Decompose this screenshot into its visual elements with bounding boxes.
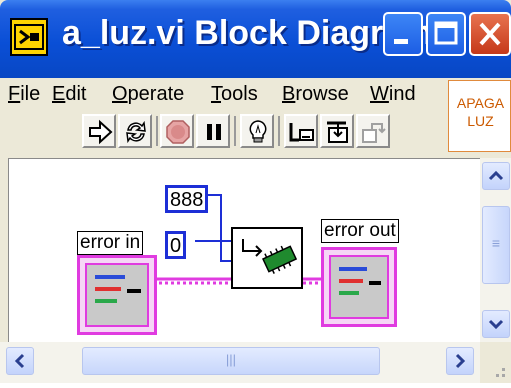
out-port-subvi-node[interactable] <box>231 227 303 289</box>
error-in-label[interactable]: error in <box>77 231 144 255</box>
run-continuously-icon <box>126 120 146 144</box>
step-over-icon <box>362 123 386 143</box>
toolbar-separator <box>156 116 158 146</box>
toolbar <box>0 112 511 154</box>
vi-icon-pane[interactable]: APAGA LUZ <box>448 80 511 152</box>
resize-grip[interactable] <box>480 342 511 383</box>
cluster-icon <box>85 263 149 327</box>
run-continuously-button[interactable] <box>118 114 152 148</box>
block-diagram-canvas[interactable]: 888 0 error in error out <box>8 158 481 343</box>
retain-wire-values-button[interactable] <box>284 114 318 148</box>
menu-tools[interactable]: Tools <box>211 83 258 106</box>
error-out-terminal[interactable] <box>321 247 397 327</box>
close-button[interactable] <box>469 12 511 56</box>
step-over-button[interactable] <box>356 114 390 148</box>
horizontal-scroll-thumb[interactable]: ||| <box>82 347 380 375</box>
hthumb-grip: ||| <box>225 352 237 367</box>
retain-wire-values-icon <box>289 123 314 142</box>
maximize-button[interactable] <box>426 12 466 56</box>
toolbar-separator <box>234 116 236 146</box>
close-icon <box>479 22 501 46</box>
menu-window[interactable]: Wind <box>370 83 416 106</box>
toolbar-separator <box>278 116 280 146</box>
highlight-execution-icon <box>249 120 267 143</box>
chevron-down-icon <box>488 319 504 330</box>
vertical-scrollbar[interactable]: ≡ <box>480 158 511 342</box>
abort-button[interactable] <box>160 114 194 148</box>
menu-bar: File Edit Operate Tools Browse Wind <box>0 78 511 112</box>
minimize-icon <box>394 39 408 44</box>
pause-icon <box>207 124 221 140</box>
abort-stop-icon <box>166 120 190 144</box>
menu-edit[interactable]: Edit <box>52 83 86 106</box>
value-constant[interactable]: 0 <box>165 231 187 259</box>
horizontal-scrollbar[interactable]: ||| <box>0 342 480 383</box>
pause-button[interactable] <box>196 114 230 148</box>
chip-out-port-icon <box>242 239 298 274</box>
cluster-icon <box>329 255 389 319</box>
chevron-up-icon <box>488 170 504 181</box>
menu-operate[interactable]: Operate <box>112 83 184 106</box>
labview-window: a_luz.vi Block Diagram File Edit Operate… <box>0 0 511 383</box>
step-into-button[interactable] <box>320 114 354 148</box>
scroll-down-button[interactable] <box>482 310 510 338</box>
title-bar[interactable]: a_luz.vi Block Diagram <box>0 0 511 78</box>
port-constant[interactable]: 888 <box>165 185 209 213</box>
error-out-label[interactable]: error out <box>321 219 399 243</box>
window-title: a_luz.vi Block Diagram <box>62 14 433 52</box>
menu-file[interactable]: File <box>8 83 40 106</box>
step-into-icon <box>327 121 348 143</box>
minimize-button[interactable] <box>383 12 423 56</box>
resize-grip-icon <box>496 368 505 377</box>
vertical-scroll-thumb[interactable]: ≡ <box>482 206 510 284</box>
error-in-terminal[interactable] <box>77 255 157 335</box>
labview-app-icon[interactable] <box>10 18 48 56</box>
scroll-left-button[interactable] <box>6 347 34 375</box>
run-arrow-icon <box>89 119 113 145</box>
chevron-right-icon <box>455 353 466 369</box>
scroll-right-button[interactable] <box>446 347 474 375</box>
vi-icon-line2: LUZ <box>467 113 494 129</box>
vi-icon-line1: APAGA <box>456 95 505 111</box>
vthumb-grip: ≡ <box>491 235 501 251</box>
menu-browse[interactable]: Browse <box>282 83 349 106</box>
run-button[interactable] <box>82 114 116 148</box>
highlight-execution-button[interactable] <box>240 114 274 148</box>
scroll-up-button[interactable] <box>482 162 510 190</box>
maximize-icon <box>434 21 458 45</box>
chevron-left-icon <box>14 353 25 369</box>
